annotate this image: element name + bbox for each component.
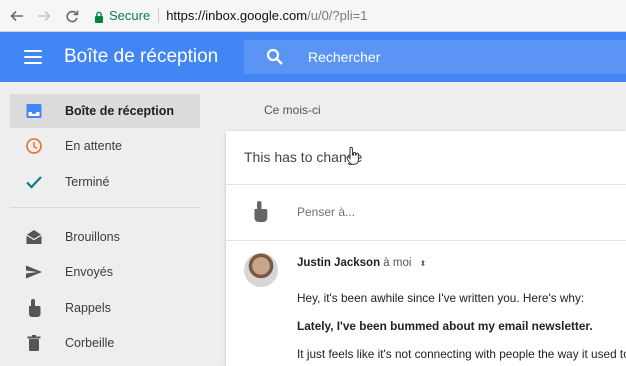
sidebar-item-drafts[interactable]: Brouillons: [10, 220, 200, 254]
checkmark-icon: [24, 172, 44, 192]
secure-label: Secure: [109, 8, 151, 23]
reminder-input[interactable]: Penser à...: [297, 205, 355, 219]
sidebar-item-label: Corbeille: [65, 336, 115, 350]
email-body-line: Hey, it's been awhile since I've written…: [297, 291, 585, 305]
email-body-line: It just feels like it's not connecting w…: [297, 347, 626, 361]
sidebar-item-sent[interactable]: Envoyés: [10, 255, 200, 289]
sender-name[interactable]: Justin Jackson: [297, 257, 380, 269]
url-separator: [158, 8, 160, 23]
url-path: /u/0/?pli=1: [307, 8, 368, 23]
search-placeholder: Rechercher: [308, 49, 381, 65]
send-icon: [24, 262, 44, 282]
sidebar-item-inbox[interactable]: Boîte de réception: [10, 94, 200, 128]
browser-toolbar: Secure https://inbox.google.com/u/0/?pli…: [0, 0, 626, 32]
sidebar-item-done[interactable]: Terminé: [10, 165, 200, 199]
draft-envelope-icon: [24, 227, 44, 247]
card-divider: [226, 184, 626, 185]
email-subject: This has to change: [244, 149, 363, 165]
url-host: https://inbox.google.com: [166, 8, 308, 23]
page-title: Boîte de réception: [64, 46, 219, 67]
recipient-label: à moi: [383, 257, 412, 269]
email-body-line: Lately, I've been bummed about my email …: [297, 319, 593, 333]
reload-icon[interactable]: [61, 5, 83, 27]
trash-icon: [24, 333, 44, 353]
hamburger-menu-icon[interactable]: [24, 50, 42, 64]
sidebar-item-reminders[interactable]: Rappels: [10, 291, 200, 325]
hand-cursor-icon: [346, 147, 359, 165]
sidebar-item-label: Envoyés: [65, 265, 113, 279]
sidebar-item-label: Brouillons: [65, 230, 120, 244]
back-arrow-icon[interactable]: [6, 5, 28, 27]
sidebar-divider: [10, 207, 200, 208]
sidebar: Boîte de réception En attente Terminé Br…: [0, 82, 226, 366]
email-card[interactable]: This has to change Penser à... Justin Ja…: [226, 131, 626, 366]
sender-line: Justin Jackson à moi ⬍: [297, 257, 426, 269]
clock-icon: [24, 136, 44, 156]
sidebar-item-label: Rappels: [65, 301, 111, 315]
search-icon: [266, 48, 283, 65]
sidebar-item-snoozed[interactable]: En attente: [10, 129, 200, 163]
app-header: Boîte de réception Rechercher: [0, 32, 626, 82]
sidebar-item-label: En attente: [65, 139, 122, 153]
forward-arrow-icon[interactable]: [33, 5, 55, 27]
card-divider: [226, 240, 626, 241]
lock-icon: [94, 10, 104, 23]
sidebar-item-label: Boîte de réception: [65, 104, 175, 118]
inbox-icon: [24, 101, 44, 121]
sidebar-item-label: Terminé: [65, 175, 110, 189]
section-label: Ce mois-ci: [264, 103, 321, 117]
address-bar[interactable]: https://inbox.google.com/u/0/?pli=1: [166, 8, 367, 23]
sidebar-item-trash[interactable]: Corbeille: [10, 326, 200, 360]
avatar[interactable]: [244, 253, 278, 287]
reminder-finger-icon: [24, 298, 44, 318]
reminder-finger-icon[interactable]: [250, 200, 270, 224]
search-input[interactable]: Rechercher: [244, 40, 626, 74]
chevron-up-down-icon[interactable]: ⬍: [420, 259, 427, 268]
